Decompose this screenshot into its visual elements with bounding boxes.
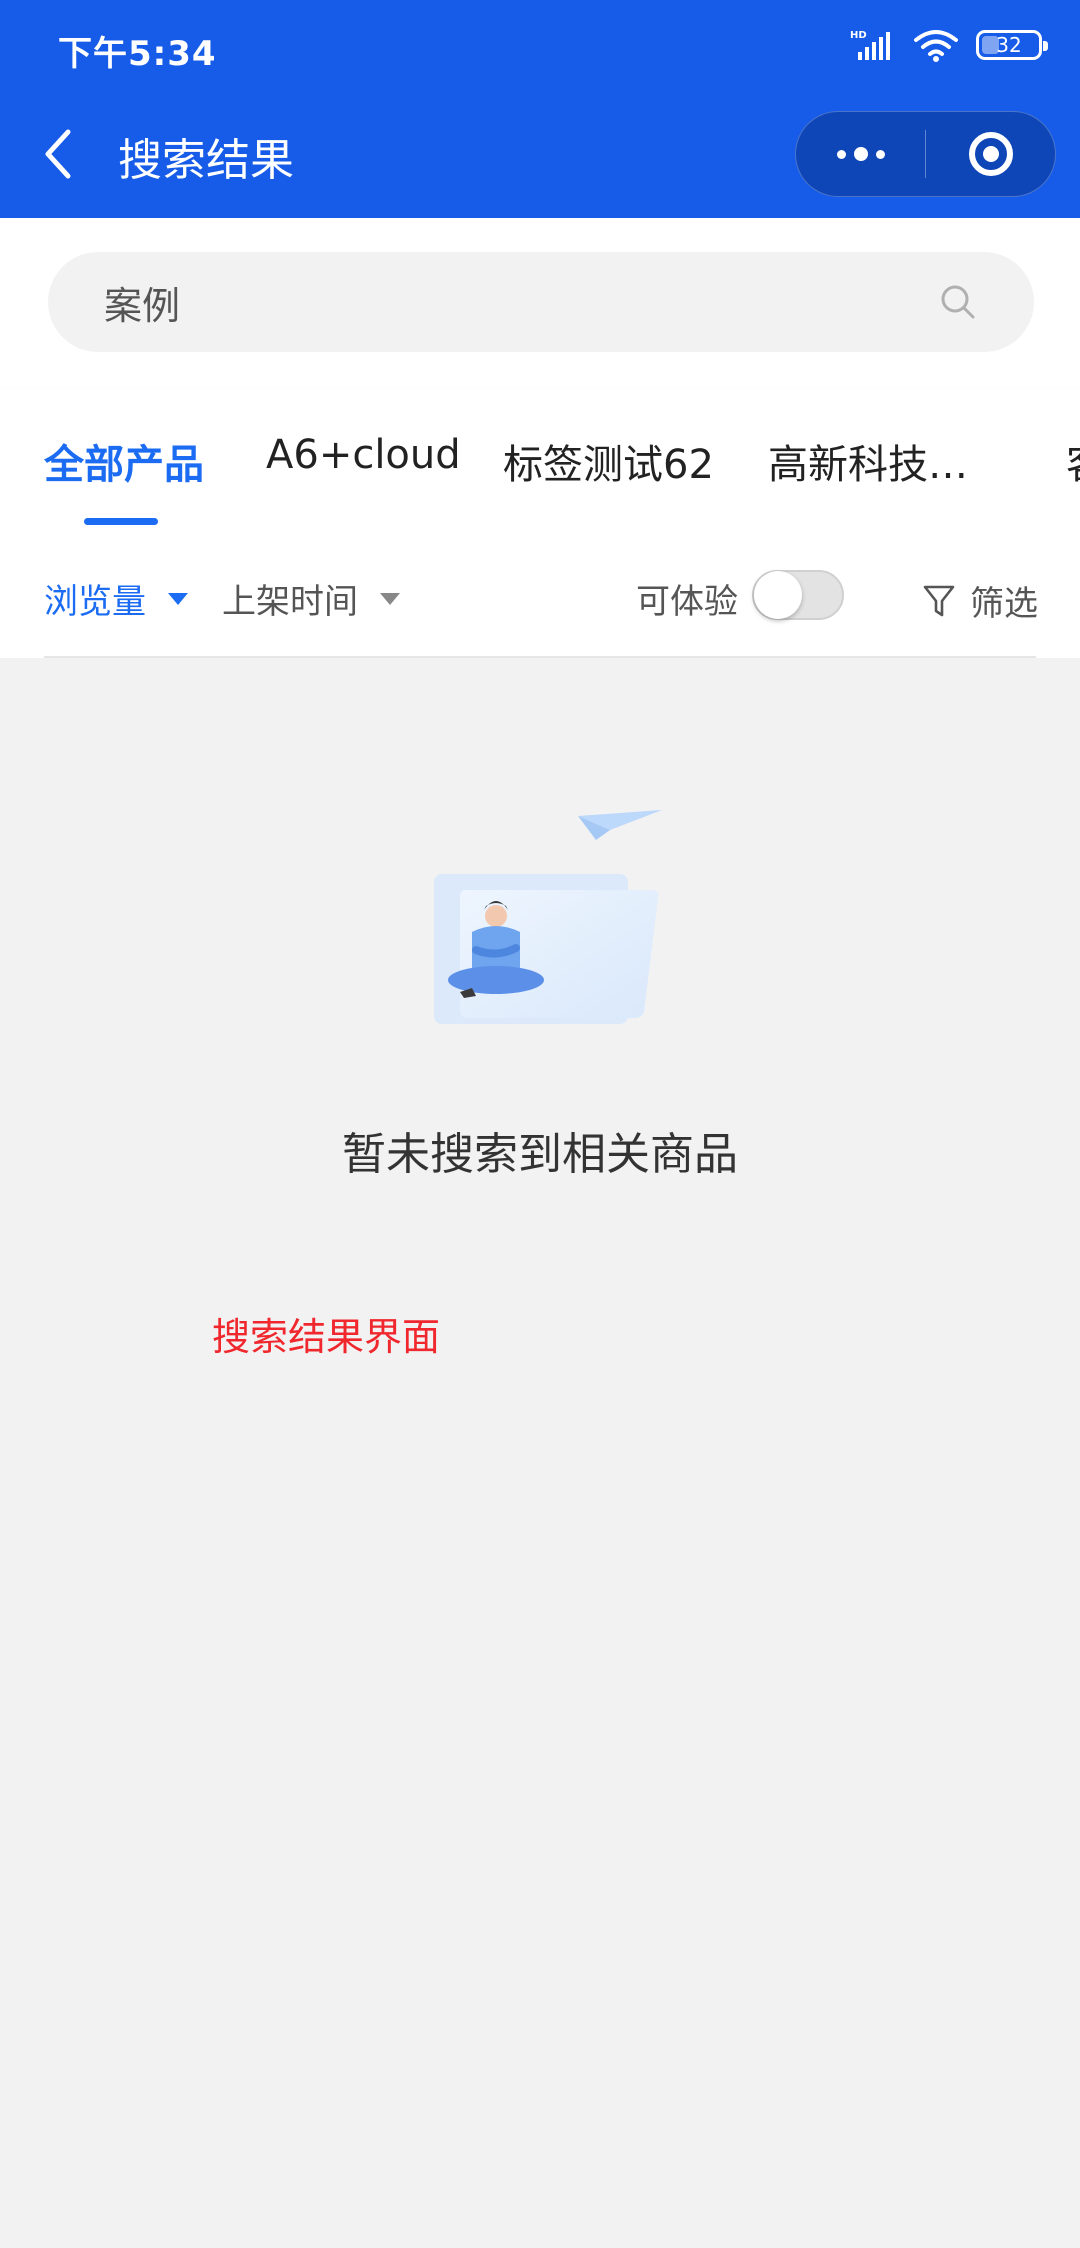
annotation-label: 搜索结果界面 <box>212 1315 441 1359</box>
network-label: HD <box>850 30 867 41</box>
more-button[interactable] <box>796 111 925 197</box>
sort-views-label: 浏览量 <box>44 582 146 622</box>
sort-bar: 浏览量 上架时间 可体验 筛选 <box>0 526 1080 658</box>
back-arrow-icon[interactable] <box>38 122 82 186</box>
search-section: 案例 <box>0 218 1080 390</box>
wifi-icon <box>914 30 958 62</box>
filter-label: 筛选 <box>970 584 1038 624</box>
status-time: 下午5:34 <box>58 34 217 74</box>
target-icon <box>968 132 1013 176</box>
search-icon[interactable] <box>938 282 978 322</box>
search-input[interactable]: 案例 <box>48 252 1034 352</box>
caret-down-icon <box>168 592 188 605</box>
tab-high-tech[interactable]: 高新科技… <box>768 432 968 490</box>
filter-button[interactable]: 筛选 <box>922 576 1038 625</box>
close-program-button[interactable] <box>926 111 1055 197</box>
sort-by-listing-time[interactable]: 上架时间 <box>222 574 400 623</box>
top-bar: 下午5:34 HD 32 搜索结果 <box>0 0 1080 218</box>
sort-by-views[interactable]: 浏览量 <box>44 574 188 623</box>
tab-tag-test-62[interactable]: 标签测试62 <box>503 432 714 490</box>
battery-icon: 32 <box>976 30 1048 60</box>
mini-program-capsule <box>795 111 1056 197</box>
sort-divider <box>44 656 1036 658</box>
tab-partial[interactable]: 客 <box>1066 432 1080 490</box>
experience-toggle[interactable] <box>752 570 844 620</box>
active-tab-indicator <box>84 518 158 525</box>
funnel-icon <box>923 585 955 616</box>
caret-down-icon <box>380 592 400 605</box>
status-icons: HD 32 <box>850 28 1048 62</box>
sort-listing-time-label: 上架时间 <box>222 582 358 622</box>
battery-level: 32 <box>996 33 1022 57</box>
signal-icon: HD <box>850 30 890 60</box>
search-value: 案例 <box>104 283 181 328</box>
tab-all-products[interactable]: 全部产品 <box>44 432 204 490</box>
empty-state-message: 暂未搜索到相关商品 <box>342 1129 738 1180</box>
tab-a6-cloud[interactable]: A6+cloud <box>266 432 461 478</box>
more-dots-icon <box>836 147 885 161</box>
page-title: 搜索结果 <box>118 135 294 186</box>
category-tabs: 全部产品 A6+cloud 标签测试62 高新科技… 客 <box>0 390 1080 526</box>
toggle-knob <box>754 571 802 619</box>
experience-label: 可体验 <box>636 582 738 622</box>
empty-state-illustration <box>434 810 662 1024</box>
